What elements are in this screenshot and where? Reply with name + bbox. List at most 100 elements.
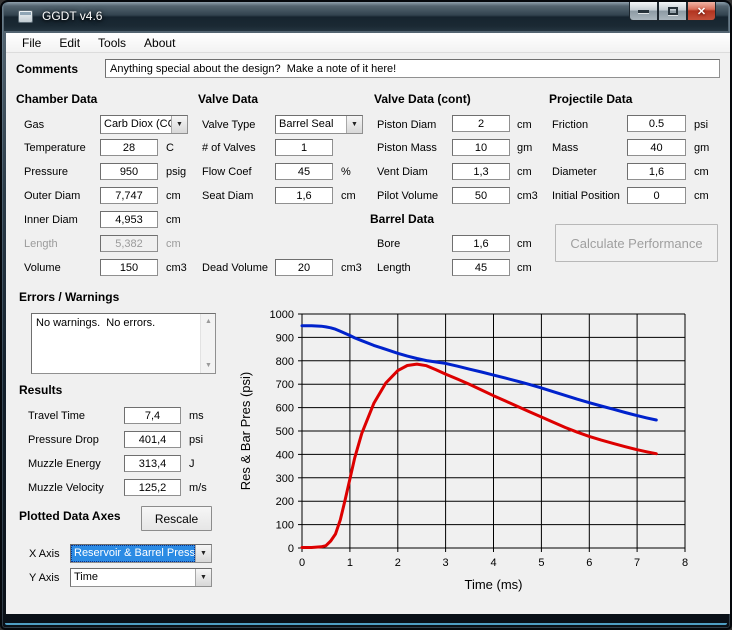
svg-text:Res & Bar Pres (psi): Res & Bar Pres (psi) bbox=[238, 372, 253, 490]
mass-field[interactable] bbox=[627, 139, 686, 156]
svg-text:700: 700 bbox=[276, 379, 294, 391]
menu-file[interactable]: File bbox=[13, 34, 50, 52]
muzzle-velocity-label: Muzzle Velocity bbox=[28, 482, 104, 494]
valve-data-cont-header: Valve Data (cont) bbox=[374, 92, 471, 106]
temperature-field[interactable] bbox=[100, 139, 158, 156]
x-axis-select-value: Reservoir & Barrel Pressu bbox=[71, 545, 195, 562]
minimize-button[interactable] bbox=[629, 2, 658, 21]
svg-text:7: 7 bbox=[634, 557, 640, 569]
friction-field[interactable] bbox=[627, 115, 686, 132]
svg-text:5: 5 bbox=[538, 557, 544, 569]
y-axis-select-value: Time bbox=[71, 569, 195, 586]
seat-diam-unit: cm bbox=[341, 190, 356, 202]
svg-text:2: 2 bbox=[395, 557, 401, 569]
pressure-field[interactable] bbox=[100, 163, 158, 180]
errors-scrollbar[interactable]: ▲ ▼ bbox=[200, 314, 215, 373]
maximize-icon bbox=[668, 7, 678, 15]
comments-input[interactable] bbox=[105, 59, 720, 78]
muzzle-energy-field[interactable] bbox=[124, 455, 181, 472]
menu-tools[interactable]: Tools bbox=[89, 34, 135, 52]
comments-label: Comments bbox=[16, 62, 78, 76]
errors-warnings-header: Errors / Warnings bbox=[19, 290, 119, 304]
num-valves-label: # of Valves bbox=[202, 142, 256, 154]
initial-position-unit: cm bbox=[694, 190, 709, 202]
outer-diam-field[interactable] bbox=[100, 187, 158, 204]
svg-text:8: 8 bbox=[682, 557, 688, 569]
muzzle-energy-unit: J bbox=[189, 458, 195, 470]
app-icon bbox=[18, 10, 33, 23]
menu-bar: File Edit Tools About bbox=[6, 33, 730, 53]
volume-field[interactable] bbox=[100, 259, 158, 276]
friction-label: Friction bbox=[552, 119, 588, 131]
valve-type-select-value: Barrel Seal bbox=[276, 116, 346, 133]
svg-text:200: 200 bbox=[276, 496, 294, 508]
vent-diam-field[interactable] bbox=[452, 163, 510, 180]
menu-edit[interactable]: Edit bbox=[50, 34, 89, 52]
flow-coef-label: Flow Coef bbox=[202, 166, 252, 178]
errors-warnings-box[interactable]: No warnings. No errors. ▲ ▼ bbox=[31, 313, 216, 374]
maximize-button[interactable] bbox=[658, 2, 687, 21]
mass-label: Mass bbox=[552, 142, 578, 154]
bore-field[interactable] bbox=[452, 235, 510, 252]
gas-select[interactable]: Carb Diox (CO ▼ bbox=[100, 115, 188, 134]
chamber-data-header: Chamber Data bbox=[16, 92, 97, 106]
piston-diam-field[interactable] bbox=[452, 115, 510, 132]
muzzle-velocity-unit: m/s bbox=[189, 482, 207, 494]
initial-position-field[interactable] bbox=[627, 187, 686, 204]
title-bar: GGDT v4.6 ✕ bbox=[4, 2, 728, 31]
chamber-length-field bbox=[100, 235, 158, 252]
errors-warnings-text: No warnings. No errors. bbox=[36, 317, 197, 329]
barrel-length-field[interactable] bbox=[452, 259, 510, 276]
projectile-data-header: Projectile Data bbox=[549, 92, 632, 106]
bore-unit: cm bbox=[517, 238, 532, 250]
close-icon: ✕ bbox=[697, 5, 706, 18]
x-axis-select[interactable]: Reservoir & Barrel Pressu ▼ bbox=[70, 544, 212, 563]
diameter-field[interactable] bbox=[627, 163, 686, 180]
friction-unit: psi bbox=[694, 119, 708, 131]
piston-diam-label: Piston Diam bbox=[377, 119, 436, 131]
pilot-volume-field[interactable] bbox=[452, 187, 510, 204]
pressure-drop-label: Pressure Drop bbox=[28, 434, 99, 446]
flow-coef-field[interactable] bbox=[275, 163, 333, 180]
chevron-down-icon: ▼ bbox=[171, 116, 187, 133]
valve-data-header: Valve Data bbox=[198, 92, 258, 106]
minimize-icon bbox=[638, 10, 649, 13]
calculate-performance-button: Calculate Performance bbox=[555, 224, 718, 262]
piston-mass-field[interactable] bbox=[452, 139, 510, 156]
close-button[interactable]: ✕ bbox=[687, 2, 716, 21]
svg-text:0: 0 bbox=[288, 543, 294, 555]
svg-text:4: 4 bbox=[490, 557, 496, 569]
window-bottom-edge bbox=[5, 623, 727, 625]
diameter-label: Diameter bbox=[552, 166, 597, 178]
rescale-button[interactable]: Rescale bbox=[141, 506, 212, 531]
chamber-length-label: Length bbox=[24, 238, 58, 250]
menu-about[interactable]: About bbox=[135, 34, 184, 52]
inner-diam-unit: cm bbox=[166, 214, 181, 226]
pilot-volume-unit: cm3 bbox=[517, 190, 538, 202]
results-header: Results bbox=[19, 383, 62, 397]
muzzle-velocity-field[interactable] bbox=[124, 479, 181, 496]
scroll-down-icon[interactable]: ▼ bbox=[201, 358, 216, 373]
pressure-drop-field[interactable] bbox=[124, 431, 181, 448]
barrel-length-unit: cm bbox=[517, 262, 532, 274]
diameter-unit: cm bbox=[694, 166, 709, 178]
inner-diam-field[interactable] bbox=[100, 211, 158, 228]
dead-volume-field[interactable] bbox=[275, 259, 333, 276]
temperature-unit: C bbox=[166, 142, 174, 154]
pressure-unit: psig bbox=[166, 166, 186, 178]
scroll-up-icon[interactable]: ▲ bbox=[201, 314, 216, 329]
travel-time-field[interactable] bbox=[124, 407, 181, 424]
y-axis-label: Y Axis bbox=[29, 572, 59, 584]
piston-mass-label: Piston Mass bbox=[377, 142, 437, 154]
chevron-down-icon: ▼ bbox=[195, 545, 211, 562]
x-axis-label: X Axis bbox=[29, 548, 60, 560]
svg-text:3: 3 bbox=[443, 557, 449, 569]
svg-text:1: 1 bbox=[347, 557, 353, 569]
window-title: GGDT v4.6 bbox=[42, 9, 102, 23]
y-axis-select[interactable]: Time ▼ bbox=[70, 568, 212, 587]
valve-type-select[interactable]: Barrel Seal ▼ bbox=[275, 115, 363, 134]
pressure-drop-unit: psi bbox=[189, 434, 203, 446]
seat-diam-field[interactable] bbox=[275, 187, 333, 204]
outer-diam-label: Outer Diam bbox=[24, 190, 80, 202]
num-valves-field[interactable] bbox=[275, 139, 333, 156]
